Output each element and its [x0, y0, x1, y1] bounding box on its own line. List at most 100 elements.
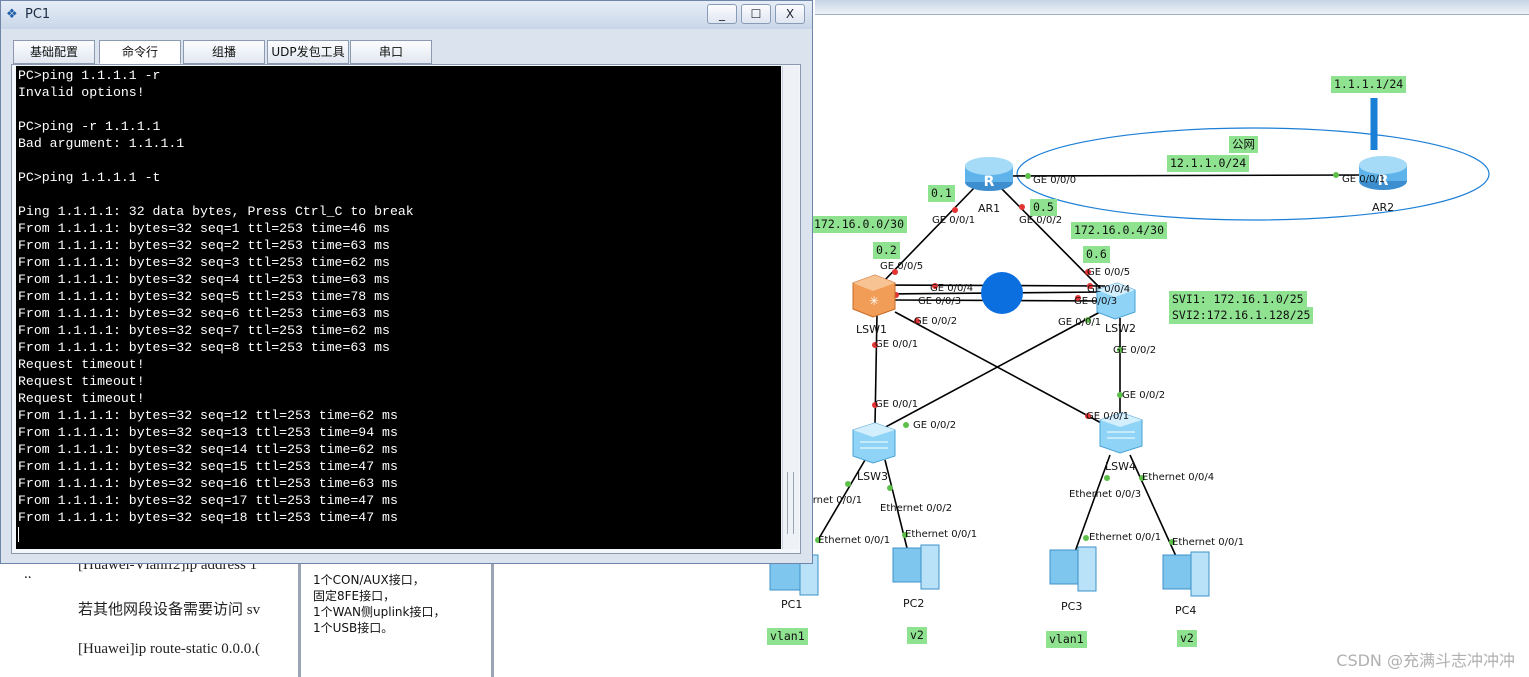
port-lsw3-ge002: GE 0/0/2 [913, 420, 957, 431]
port-lsw2-ge004: GE 0/0/4 [1087, 284, 1131, 295]
blocked-port-marker [981, 272, 1023, 314]
pc1-titlebar[interactable]: ❖ PC1 _ ☐ X [1, 1, 812, 29]
port-lsw1-ge005: GE 0/0/5 [880, 261, 924, 272]
switch-lsw1-icon: ✳ [852, 274, 896, 318]
pc3-icon [1049, 546, 1097, 592]
scrollbar-thumb[interactable] [787, 472, 794, 534]
console-line: Invalid options! [18, 85, 145, 100]
console-line: Bad argument: 1.1.1.1 [18, 136, 185, 151]
console-line: From 1.1.1.1: bytes=32 seq=1 ttl=253 tim… [18, 221, 390, 236]
port-ar2-ge001: GE 0/0/1 [1342, 174, 1386, 185]
label-svi2: SVI2:172.16.1.128/25 [1169, 307, 1314, 324]
port-lsw2-ge005: GE 0/0/5 [1087, 267, 1131, 278]
port-ar1-ge001: GE 0/0/1 [932, 215, 976, 226]
port-lsw1-ge002: GE 0/0/2 [914, 316, 958, 327]
console-line: Ping 1.1.1.1: 32 data bytes, Press Ctrl_… [18, 204, 414, 219]
router-ar1-icon: R [965, 157, 1013, 191]
console-line: PC>ping -r 1.1.1.1 [18, 119, 161, 134]
console-line: PC>ping 1.1.1.1 -r [18, 68, 161, 83]
switch-lsw3-icon [852, 422, 896, 464]
label-vlan-pc3: vlan1 [1046, 631, 1087, 648]
console-output[interactable]: PC>ping 1.1.1.1 -r Invalid options! PC>pi… [16, 66, 781, 549]
port-lsw1-ge004: GE 0/0/4 [930, 283, 974, 294]
label-lsw1-a: 0.2 [873, 242, 900, 259]
label-vlan-pc4: v2 [1177, 630, 1197, 647]
node-name-lsw1: LSW1 [856, 323, 887, 336]
port-lsw1-ge001: GE 0/0/1 [875, 339, 919, 350]
node-name-pc2: PC2 [903, 597, 925, 610]
node-name-lsw4: LSW4 [1105, 460, 1136, 473]
console-line: From 1.1.1.1: bytes=32 seq=8 ttl=253 tim… [18, 340, 390, 355]
window-title: PC1 [25, 7, 51, 22]
link-lsw1-lsw4 [894, 311, 1106, 426]
port-pc1-eth001: Ethernet 0/0/1 [818, 535, 891, 546]
port-lsw3-ge001: GE 0/0/1 [875, 399, 919, 410]
node-name-ar1: AR1 [978, 202, 1001, 215]
tab-command-line[interactable]: 命令行 [99, 40, 181, 64]
console-line: Request timeout! [18, 391, 145, 406]
label-svi1: SVI1: 172.16.1.0/25 [1169, 291, 1307, 308]
tab-basic-config[interactable]: 基础配置 [13, 40, 95, 64]
label-ar1-a: 0.1 [928, 185, 955, 202]
console-line: From 1.1.1.1: bytes=32 seq=7 ttl=253 tim… [18, 323, 390, 338]
console-line: From 1.1.1.1: bytes=32 seq=2 ttl=253 tim… [18, 238, 390, 253]
label-ar1-b: 0.5 [1030, 199, 1057, 216]
pc1-window: ❖ PC1 _ ☐ X 基础配置 命令行 组播 UDP发包工具 串口 PC>pi… [0, 0, 813, 564]
console-line: From 1.1.1.1: bytes=32 seq=14 ttl=253 ti… [18, 442, 398, 457]
console-line: Request timeout! [18, 357, 145, 372]
label-net-a: 172.16.0.0/30 [811, 216, 908, 233]
node-name-pc3: PC3 [1061, 600, 1083, 613]
console-line: From 1.1.1.1: bytes=32 seq=17 ttl=253 ti… [18, 493, 398, 508]
maximize-button[interactable]: ☐ [741, 4, 771, 24]
console-line: From 1.1.1.1: bytes=32 seq=4 ttl=253 tim… [18, 272, 390, 287]
close-button[interactable]: X [775, 4, 805, 24]
minimize-button[interactable]: _ [707, 4, 737, 24]
node-name-lsw2: LSW2 [1105, 322, 1136, 335]
port-pc3-eth001: Ethernet 0/0/1 [1089, 532, 1162, 543]
tab-multicast[interactable]: 组播 [183, 40, 265, 64]
label-public-net: 公网 [1229, 136, 1258, 153]
label-public-ip: 1.1.1.1/24 [1331, 76, 1407, 93]
node-name-ar2: AR2 [1372, 201, 1395, 214]
port-pc2-eth001: Ethernet 0/0/1 [905, 529, 978, 540]
port-ar1-ge000: GE 0/0/0 [1033, 175, 1077, 186]
pc-app-icon: ❖ [6, 7, 18, 22]
port-lsw4-eth003: Ethernet 0/0/3 [1069, 489, 1142, 500]
label-lsw2-b: 0.6 [1083, 246, 1110, 263]
watermark: CSDN @充满斗志冲冲冲 [1336, 651, 1515, 670]
port-lsw2-ge003: GE 0/0/3 [1074, 296, 1118, 307]
node-name-pc1: PC1 [781, 598, 803, 611]
svg-text:✳: ✳ [869, 294, 879, 308]
port-lsw4-ge002: GE 0/0/2 [1122, 390, 1166, 401]
pc2-icon [892, 544, 940, 590]
label-vlan-pc2: v2 [907, 627, 927, 644]
console-line: From 1.1.1.1: bytes=32 seq=13 ttl=253 ti… [18, 425, 398, 440]
link-lsw2-lsw3 [879, 311, 1101, 431]
label-net-b: 172.16.0.4/30 [1071, 222, 1168, 239]
port-lsw3-eth002: Ethernet 0/0/2 [880, 503, 953, 514]
label-vlan-pc1: vlan1 [767, 628, 808, 645]
label-wan-link: 12.1.1.0/24 [1167, 155, 1250, 172]
port-lsw2-ge001: GE 0/0/1 [1058, 317, 1102, 328]
console-text: PC>ping 1.1.1.1 -r Invalid options! PC>pi… [18, 67, 414, 526]
port-pc4-eth001: Ethernet 0/0/1 [1172, 537, 1245, 548]
console-line: From 1.1.1.1: bytes=32 seq=6 ttl=253 tim… [18, 306, 390, 321]
tab-serial-port[interactable]: 串口 [350, 40, 432, 64]
node-name-pc4: PC4 [1175, 604, 1197, 617]
port-lsw1-ge003: GE 0/0/3 [918, 296, 962, 307]
svg-text:R: R [984, 174, 995, 190]
console-line: From 1.1.1.1: bytes=32 seq=16 ttl=253 ti… [18, 476, 398, 491]
node-name-lsw3: LSW3 [857, 470, 888, 483]
port-lsw4-ge001: GE 0/0/1 [1086, 411, 1130, 422]
console-scrollbar[interactable] [782, 66, 799, 549]
console-line: Request timeout! [18, 374, 145, 389]
tab-udp-tool[interactable]: UDP发包工具 [267, 40, 349, 64]
console-line: From 1.1.1.1: bytes=32 seq=5 ttl=253 tim… [18, 289, 390, 304]
console-line: From 1.1.1.1: bytes=32 seq=15 ttl=253 ti… [18, 459, 398, 474]
port-lsw2-ge002: GE 0/0/2 [1113, 345, 1157, 356]
console-line: From 1.1.1.1: bytes=32 seq=12 ttl=253 ti… [18, 408, 398, 423]
port-lsw4-eth004: Ethernet 0/0/4 [1142, 472, 1215, 483]
